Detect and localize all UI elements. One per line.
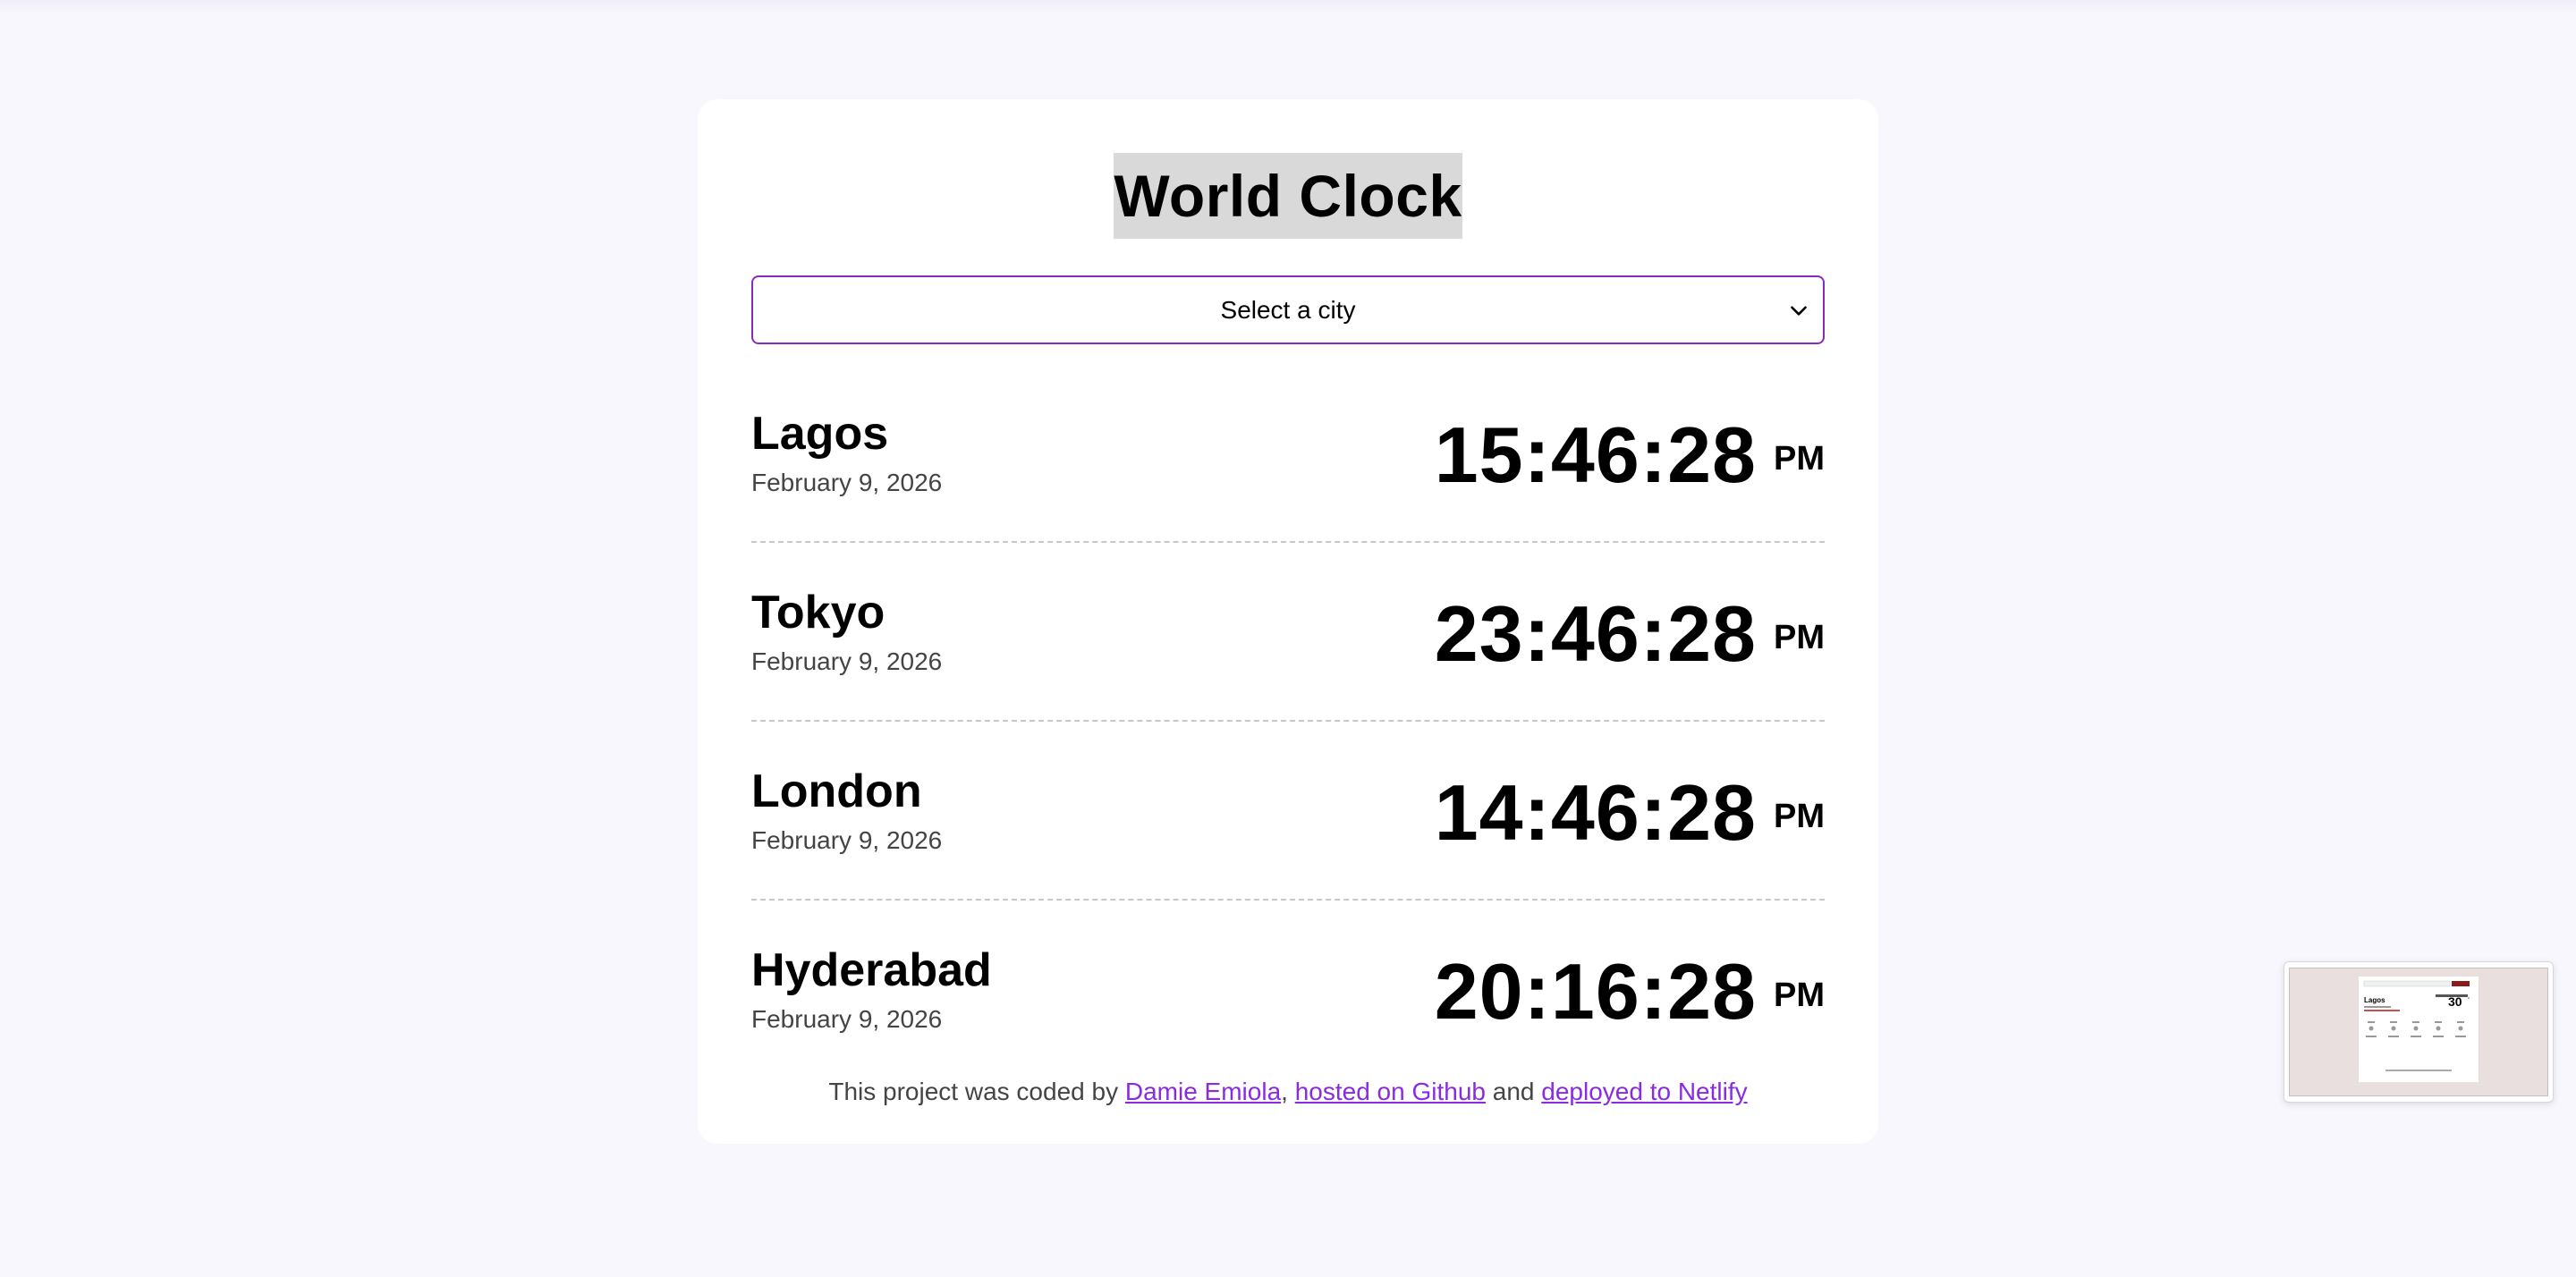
city-ampm: PM — [1774, 619, 1825, 656]
city-date: February 9, 2026 — [751, 826, 943, 854]
svg-text:°: ° — [2468, 997, 2470, 1002]
city-name: Hyderabad — [751, 944, 992, 996]
city-name: Tokyo — [751, 587, 886, 638]
city-ampm: PM — [1774, 798, 1825, 835]
city-ampm: PM — [1774, 977, 1825, 1014]
footer-credits: This project was coded by Damie Emiola, … — [698, 1077, 1878, 1107]
city-row-lagos: Lagos February 9, 2026 15:46:28 PM — [751, 364, 1825, 543]
city-name: Lagos — [751, 408, 889, 460]
thumbnail-preview: Lagos 30 ° — [2289, 968, 2548, 1096]
footer-separator: , — [1281, 1078, 1295, 1105]
city-time: 15:46:28 — [1434, 410, 1757, 499]
chevron-down-icon — [1791, 306, 1807, 316]
city-time: 14:46:28 — [1434, 768, 1757, 857]
author-link[interactable]: Damie Emiola — [1125, 1078, 1281, 1105]
github-link[interactable]: hosted on Github — [1295, 1078, 1486, 1105]
thumbnail-temperature: 30 — [2448, 994, 2462, 1009]
footer-separator: and — [1485, 1078, 1542, 1105]
top-shade — [0, 0, 2576, 13]
city-select-label: Select a city — [1220, 295, 1356, 324]
footer-prefix: This project was coded by — [828, 1078, 1125, 1105]
city-name: London — [751, 765, 922, 817]
city-time: 23:46:28 — [1434, 589, 1757, 678]
world-clock-card: World Clock Select a city Lagos February… — [698, 99, 1878, 1144]
city-row-london: London February 9, 2026 14:46:28 PM — [751, 722, 1825, 901]
title-wrap: World Clock — [698, 153, 1878, 239]
page-title: World Clock — [1114, 153, 1462, 239]
city-row-hyderabad: Hyderabad February 9, 2026 20:16:28 PM — [751, 901, 1825, 1079]
city-date: February 9, 2026 — [751, 647, 943, 675]
city-select[interactable]: Select a city — [751, 275, 1825, 344]
thumbnail-page: Lagos 30 ° — [2359, 977, 2479, 1082]
city-date: February 9, 2026 — [751, 1005, 943, 1033]
screenshot-thumbnail[interactable]: Lagos 30 ° — [2284, 961, 2554, 1103]
netlify-link[interactable]: deployed to Netlify — [1541, 1078, 1747, 1105]
city-ampm: PM — [1774, 440, 1825, 478]
city-time: 20:16:28 — [1434, 947, 1757, 1036]
thumbnail-city: Lagos — [2364, 996, 2385, 1004]
city-row-tokyo: Tokyo February 9, 2026 23:46:28 PM — [751, 543, 1825, 722]
thumbnail-content: Lagos 30 ° — [2363, 980, 2470, 1071]
city-date: February 9, 2026 — [751, 469, 943, 496]
